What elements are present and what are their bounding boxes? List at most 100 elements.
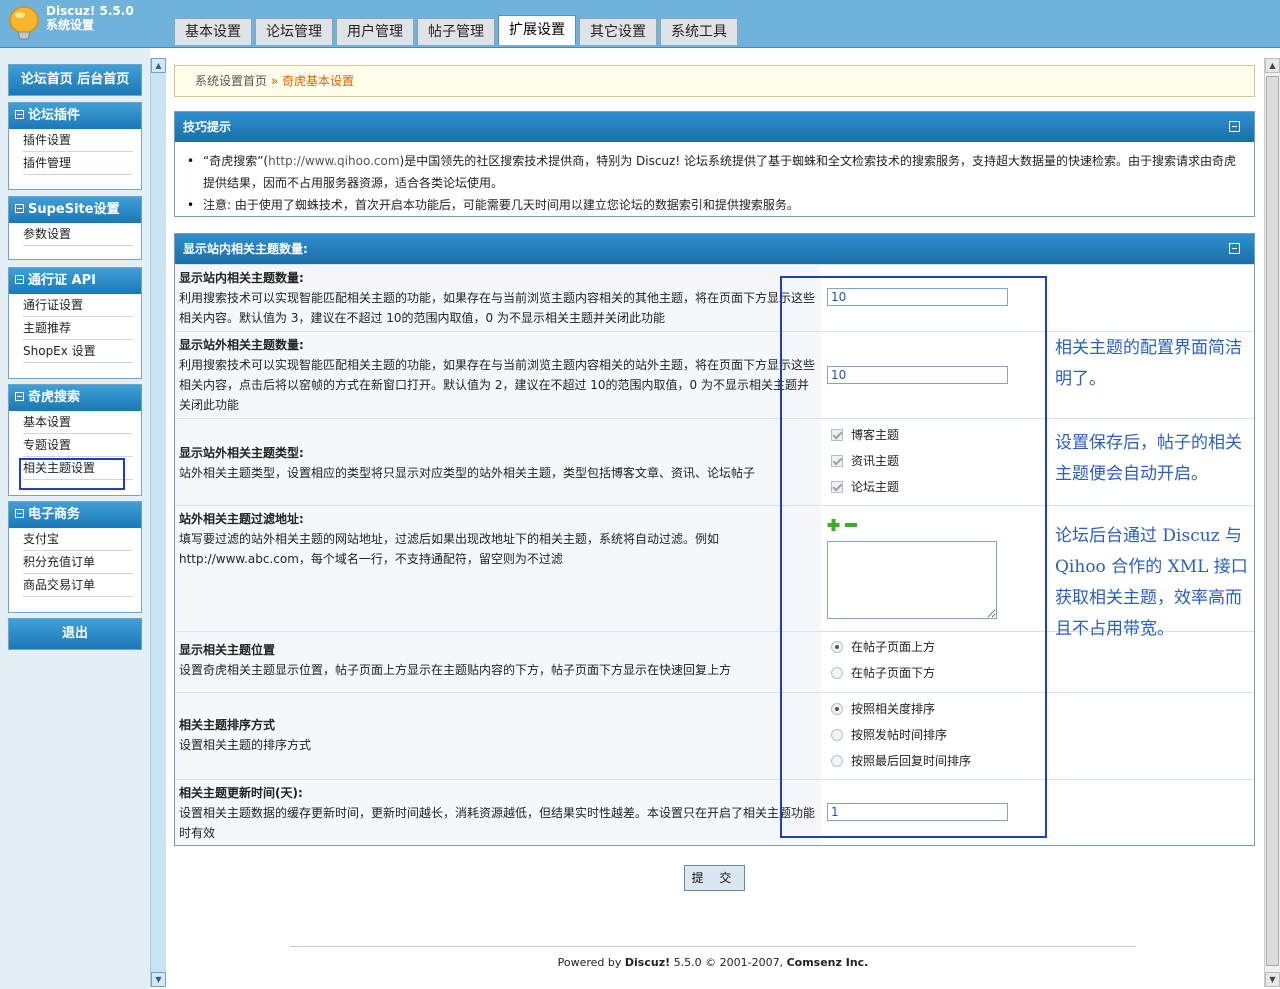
footer: Powered by Discuz! 5.5.0 © 2001-2007, Co… xyxy=(290,955,1136,971)
filter-urls-textarea[interactable] xyxy=(827,541,997,619)
scroll-thumb[interactable] xyxy=(1266,76,1279,966)
checkbox-forum-topics[interactable]: 论坛主题 xyxy=(831,477,899,497)
collapse-icon xyxy=(15,392,24,401)
sidebar-item-shopex-settings[interactable]: ShopEx 设置 xyxy=(23,340,133,363)
scroll-up-icon[interactable]: ▲ xyxy=(151,58,166,73)
radio-icon[interactable] xyxy=(831,641,843,653)
footer-company: Comsenz Inc. xyxy=(786,956,869,969)
sidebar-item-credit-recharge-orders[interactable]: 积分充值订单 xyxy=(23,551,133,574)
update-interval-input[interactable] xyxy=(827,803,1008,821)
scroll-down-icon[interactable]: ▼ xyxy=(1265,972,1280,987)
sidebar-group-qihoo-search: 奇虎搜索 基本设置 专题设置 相关主题设置 xyxy=(8,384,142,496)
tip-text: “奇虎搜索”( xyxy=(203,154,269,168)
collapse-icon xyxy=(15,275,24,284)
sidebar-item-related-topic-settings[interactable]: 相关主题设置 xyxy=(23,457,133,480)
sidebar-item-qihoo-basic-settings[interactable]: 基本设置 xyxy=(23,411,133,434)
onsite-count-input[interactable] xyxy=(827,288,1008,306)
sidebar-group-header[interactable]: 通行证 API xyxy=(9,268,141,294)
option-label: 按照最后回复时间排序 xyxy=(851,754,972,768)
footer-text: Powered by xyxy=(557,956,625,969)
setting-label: 站外相关主题过滤地址: 填写要过滤的站外相关主题的网站地址，过滤后如果出现改地址… xyxy=(179,509,819,569)
radio-icon[interactable] xyxy=(831,755,843,767)
footer-divider xyxy=(290,946,1136,947)
radio-sort-relevance[interactable]: 按照相关度排序 xyxy=(831,699,935,719)
checkbox-icon[interactable] xyxy=(831,429,843,441)
radio-icon[interactable] xyxy=(831,703,843,715)
app-brand: Discuz! 5.5.0 系统设置 xyxy=(46,4,134,32)
setting-label: 显示站内相关主题数量: 利用搜索技术可以实现智能匹配相关主题的功能，如果存在与当… xyxy=(179,268,819,328)
breadcrumb-current: 奇虎基本设置 xyxy=(282,74,355,88)
tab-user-management[interactable]: 用户管理 xyxy=(336,18,414,45)
setting-desc: 利用搜索技术可以实现智能匹配相关主题的功能，如果存在与当前浏览主题内容相关的其他… xyxy=(179,291,816,325)
tip-text: 注意: 由于使用了蜘蛛技术，首次开启本功能后，可能需要几天时间用以建立您论坛的数… xyxy=(203,198,799,212)
setting-label: 相关主题排序方式 设置相关主题的排序方式 xyxy=(179,715,819,755)
scroll-up-icon[interactable]: ▲ xyxy=(1265,58,1280,73)
tip-item: “奇虎搜索”(http://www.qihoo.com)是中国领先的社区搜索技术… xyxy=(187,150,1242,194)
annotation-note-3: 论坛后台通过 Discuz 与 Qihoo 合作的 XML 接口获取相关主题，效… xyxy=(1055,526,1248,639)
checkbox-icon[interactable] xyxy=(831,455,843,467)
radio-sort-last-reply[interactable]: 按照最后回复时间排序 xyxy=(831,751,971,771)
tab-extension-settings[interactable]: 扩展设置 xyxy=(498,15,576,45)
tab-other-settings[interactable]: 其它设置 xyxy=(579,18,657,45)
sidebar-group-supesite: SupeSite设置 参数设置 xyxy=(8,196,142,260)
app-subtitle: 系统设置 xyxy=(46,18,95,32)
sidebar-group-header[interactable]: 奇虎搜索 xyxy=(9,385,141,411)
checkbox-news-topics[interactable]: 资讯主题 xyxy=(831,451,899,471)
main-tabs: 基本设置 论坛管理 用户管理 帖子管理 扩展设置 其它设置 系统工具 xyxy=(174,15,741,45)
sidebar: 论坛首页 后台首页 论坛插件 插件设置 插件管理 SupeSite设置 参数设置… xyxy=(0,48,150,989)
footer-brand: Discuz! xyxy=(624,956,671,969)
sidebar-item-parameter-settings[interactable]: 参数设置 xyxy=(23,223,133,246)
setting-title: 相关主题排序方式 xyxy=(179,718,276,732)
radio-sort-post-time[interactable]: 按照发帖时间排序 xyxy=(831,725,947,745)
add-remove-icons xyxy=(827,519,857,531)
forum-home-admin-home-link[interactable]: 论坛首页 后台首页 xyxy=(9,65,141,95)
sidebar-group-header[interactable]: 论坛插件 xyxy=(9,103,141,129)
scroll-down-icon[interactable]: ▼ xyxy=(151,972,166,987)
sidebar-item-passport-settings[interactable]: 通行证设置 xyxy=(23,294,133,317)
tips-header: 技巧提示 xyxy=(175,112,1254,142)
sidebar-group-plugins: 论坛插件 插件设置 插件管理 xyxy=(8,102,142,190)
radio-icon[interactable] xyxy=(831,667,843,679)
setting-title: 显示相关主题位置 xyxy=(179,643,276,657)
sidebar-item-topic-special-settings[interactable]: 专题设置 xyxy=(23,434,133,457)
sidebar-group-ecommerce: 电子商务 支付宝 积分充值订单 商品交易订单 xyxy=(8,501,142,613)
sidebar-item-product-trade-orders[interactable]: 商品交易订单 xyxy=(23,574,133,597)
logout-button[interactable]: 退出 xyxy=(9,619,141,649)
sidebar-item-alipay[interactable]: 支付宝 xyxy=(23,528,133,551)
checkbox-blog-topics[interactable]: 博客主题 xyxy=(831,425,899,445)
minus-icon xyxy=(845,523,857,527)
collapse-icon xyxy=(15,204,24,213)
sidebar-item-plugin-settings[interactable]: 插件设置 xyxy=(23,129,133,152)
tab-post-management[interactable]: 帖子管理 xyxy=(417,18,495,45)
radio-position-top[interactable]: 在帖子页面上方 xyxy=(831,637,935,657)
checkbox-icon[interactable] xyxy=(831,481,843,493)
radio-position-bottom[interactable]: 在帖子页面下方 xyxy=(831,663,935,683)
sidebar-group-header[interactable]: 电子商务 xyxy=(9,502,141,528)
tab-system-tools[interactable]: 系统工具 xyxy=(660,18,738,45)
breadcrumb-separator: » xyxy=(270,74,279,88)
setting-desc: 设置相关主题数据的缓存更新时间，更新时间越长，消耗资源越低，但结果实时性越差。本… xyxy=(179,806,816,840)
collapse-icon[interactable] xyxy=(1229,243,1240,254)
collapse-icon[interactable] xyxy=(1229,121,1240,132)
tab-basic-settings[interactable]: 基本设置 xyxy=(174,18,252,45)
group-title: 电子商务 xyxy=(28,507,81,522)
sidebar-item-topic-recommend[interactable]: 主题推荐 xyxy=(23,317,133,340)
page-scrollbar[interactable]: ▲ ▼ xyxy=(1264,58,1280,987)
radio-icon[interactable] xyxy=(831,729,843,741)
annotation-note-1: 相关主题的配置界面简洁明了。 xyxy=(1055,338,1242,389)
frame-scrollbar[interactable]: ▲ ▼ xyxy=(150,58,166,987)
sidebar-logout-block: 退出 xyxy=(8,618,142,650)
sidebar-item-plugin-management[interactable]: 插件管理 xyxy=(23,152,133,175)
breadcrumb-home-link[interactable]: 系统设置首页 xyxy=(195,74,267,88)
tips-panel: 技巧提示 “奇虎搜索”(http://www.qihoo.com)是中国领先的社… xyxy=(174,111,1255,217)
app-name: Discuz! 5.5.0 xyxy=(46,4,134,18)
group-title: 论坛插件 xyxy=(28,108,81,123)
sidebar-group-header[interactable]: SupeSite设置 xyxy=(9,197,141,223)
setting-value xyxy=(821,780,1254,845)
submit-button[interactable]: 提 交 xyxy=(684,865,745,891)
offsite-count-input[interactable] xyxy=(827,366,1008,384)
tab-forum-management[interactable]: 论坛管理 xyxy=(255,18,333,45)
breadcrumb: 系统设置首页 » 奇虎基本设置 xyxy=(174,65,1255,97)
option-label: 在帖子页面下方 xyxy=(851,666,936,680)
sidebar-top-links: 论坛首页 后台首页 xyxy=(8,64,142,96)
